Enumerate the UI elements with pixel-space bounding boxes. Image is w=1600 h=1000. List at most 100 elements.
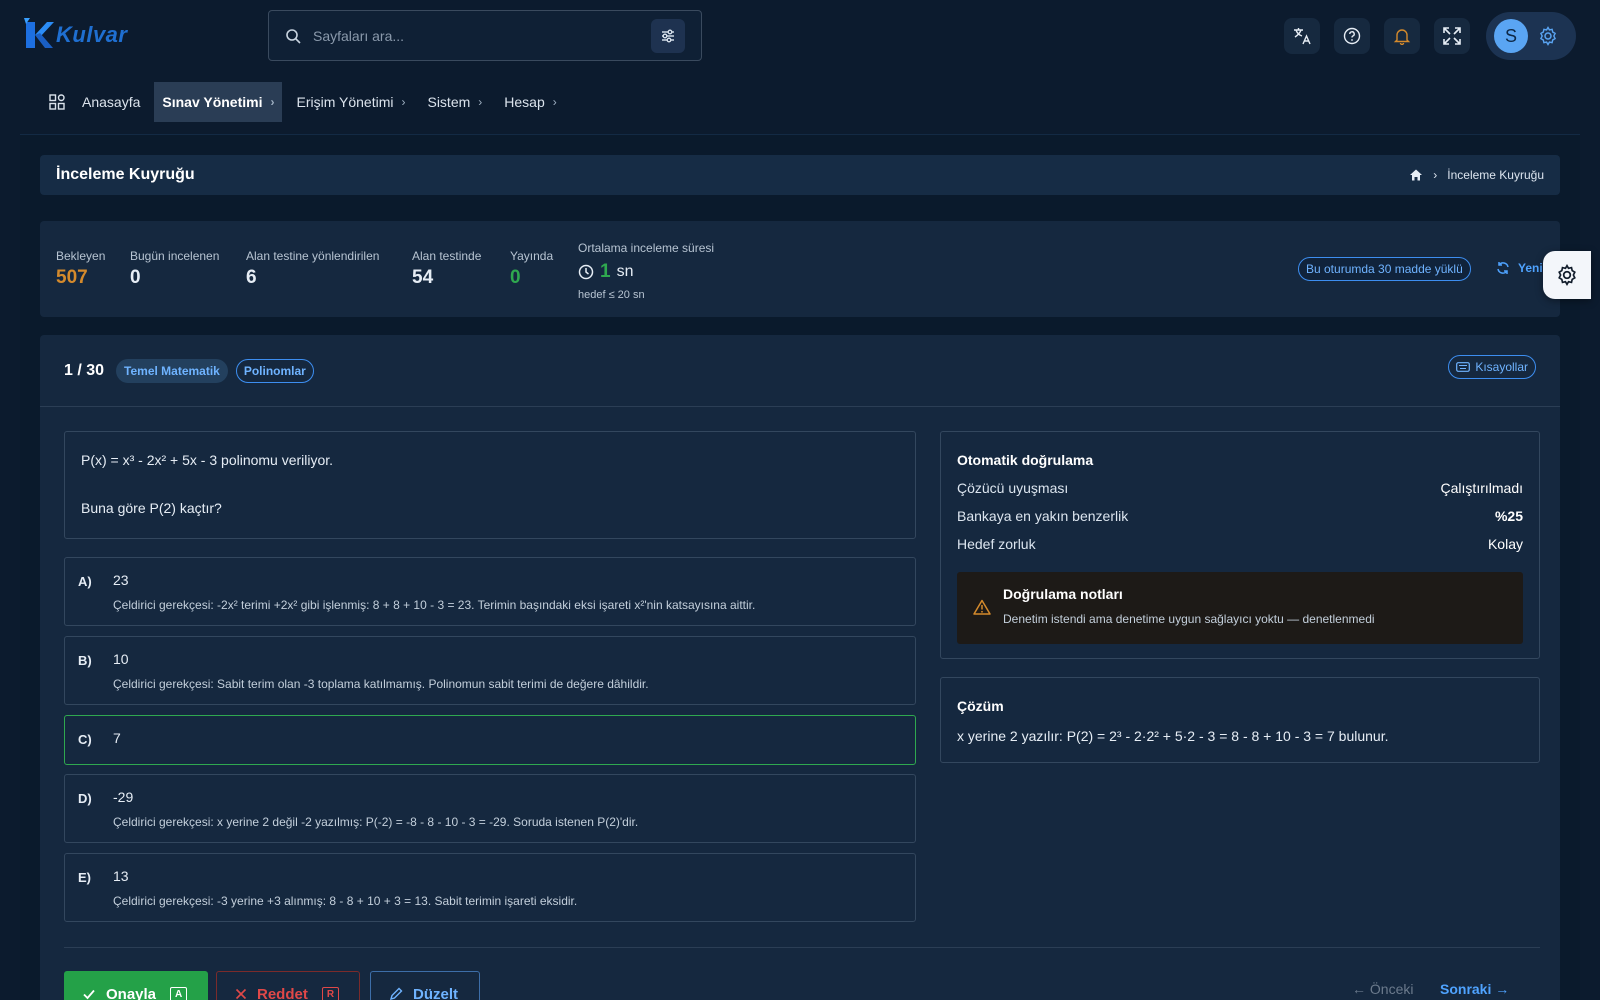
nav-item-label: Sınav Yönetimi: [162, 94, 263, 110]
nav-item-access-management[interactable]: Erişim Yönetimi ›: [288, 82, 413, 122]
stat-pending: Bekleyen 507: [56, 249, 105, 289]
option-reason: Çeldirici gerekçesi: -2x² terimi +2x² gi…: [113, 598, 756, 612]
help-button[interactable]: [1334, 18, 1370, 54]
check-icon: [83, 989, 95, 1000]
stat-value: 507: [56, 267, 88, 288]
stat-value: 1: [600, 261, 611, 282]
top-bar: Kulvar Sayfaları ara... S: [0, 0, 1600, 72]
row-label: Hedef zorluk: [957, 536, 1036, 552]
row-label: Çözücü uyuşması: [957, 480, 1069, 496]
stat-label: Alan testinde: [412, 249, 482, 263]
nav-item-exam-management[interactable]: Sınav Yönetimi ›: [154, 82, 283, 122]
search-input[interactable]: [313, 27, 643, 44]
stat-avg-time: Ortalama inceleme süresi 1 sn hedef ≤ 20…: [578, 241, 714, 301]
fullscreen-button[interactable]: [1434, 18, 1470, 54]
reject-button[interactable]: Reddet R: [216, 971, 360, 1000]
app-logo[interactable]: Kulvar: [22, 18, 127, 52]
gear-icon[interactable]: [1538, 26, 1558, 46]
stat-label: Alan testine yönlendirilen: [246, 249, 380, 263]
verification-row: Hedef zorluk Kolay: [957, 536, 1523, 552]
search-filter-button[interactable]: [651, 19, 685, 53]
dashboard-grid-icon: [49, 94, 65, 110]
search-box[interactable]: [268, 10, 702, 61]
option-d[interactable]: D) -29 Çeldirici gerekçesi: x yerine 2 d…: [64, 774, 916, 843]
stat-value: 0: [510, 267, 521, 288]
approve-label: Onayla: [106, 985, 157, 1000]
row-value: Çalıştırılmadı: [1440, 480, 1523, 496]
stats-bar: Bekleyen 507 Bugün incelenen 0 Alan test…: [40, 221, 1560, 317]
stat-label: Bekleyen: [56, 249, 106, 263]
nav-item-label: Anasayfa: [82, 94, 141, 110]
page-title: İnceleme Kuyruğu: [56, 166, 195, 183]
sliders-icon: [662, 29, 674, 43]
main-nav: Anasayfa Sınav Yönetimi › Erişim Yönetim…: [40, 82, 571, 122]
stat-label: Bugün incelenen: [130, 249, 220, 263]
item-counter: 1 / 30: [64, 361, 105, 379]
verification-title: Otomatik doğrulama: [957, 452, 1094, 468]
option-reason: Çeldirici gerekçesi: x yerine 2 değil -2…: [113, 815, 639, 829]
search-icon: [286, 28, 301, 44]
topic-tag: Polinomlar: [235, 358, 314, 383]
avatar[interactable]: S: [1494, 19, 1528, 53]
breadcrumb-current: İnceleme Kuyruğu: [1447, 168, 1544, 182]
auto-verification-panel: Otomatik doğrulama Çözücü uyuşması Çalış…: [940, 431, 1540, 659]
option-reason: Çeldirici gerekçesi: Sabit terim olan -3…: [113, 677, 649, 691]
card-header: 1 / 30 Temel Matematik Polinomlar Kısayo…: [40, 335, 1560, 407]
nav-item-label: Sistem: [427, 94, 471, 110]
question-line: P(x) = x³ - 2x² + 5x - 3 polinomu verili…: [81, 452, 334, 468]
row-label: Bankaya en yakın benzerlik: [957, 508, 1129, 524]
stat-label: Ortalama inceleme süresi: [578, 241, 715, 255]
stat-value: 54: [412, 267, 434, 288]
main-content: İnceleme Kuyruğu › İnceleme Kuyruğu Bekl…: [20, 134, 1580, 1000]
approve-shortcut-key: A: [170, 986, 188, 1000]
divider: [64, 947, 1540, 948]
clock-icon: [578, 264, 594, 280]
shortcuts-button[interactable]: Kısayollar: [1448, 355, 1536, 379]
solution-panel: Çözüm x yerine 2 yazılır: P(2) = 2³ - 2·…: [940, 677, 1540, 763]
option-value: 7: [113, 730, 121, 746]
option-e[interactable]: E) 13 Çeldirici gerekçesi: -3 yerine +3 …: [64, 853, 916, 922]
option-reason: Çeldirici gerekçesi: -3 yerine +3 alınmı…: [113, 894, 578, 908]
floating-settings-button[interactable]: [1543, 251, 1591, 299]
user-menu[interactable]: S: [1486, 12, 1576, 60]
option-c-correct[interactable]: C) 7: [64, 715, 916, 765]
stat-published: Yayında 0: [510, 249, 553, 289]
option-letter: E): [78, 870, 91, 885]
subject-tag: Temel Matematik: [116, 358, 228, 383]
bell-icon: [1393, 29, 1411, 45]
option-a[interactable]: A) 23 Çeldirici gerekçesi: -2x² terimi +…: [64, 557, 916, 626]
nav-item-system[interactable]: Sistem ›: [419, 82, 490, 122]
stat-value: 6: [246, 267, 257, 288]
row-value: %25: [1494, 508, 1523, 524]
fullscreen-icon: [1443, 27, 1461, 45]
row-value: Kolay: [1487, 536, 1523, 552]
nav-item-account[interactable]: Hesap ›: [496, 82, 564, 122]
translate-icon: [1294, 28, 1311, 45]
verification-row: Çözücü uyuşması Çalıştırılmadı: [957, 480, 1523, 496]
approve-button[interactable]: Onayla A: [64, 971, 208, 1000]
option-value: 23: [113, 572, 129, 588]
stat-in-field-test: Alan testinde 54: [412, 249, 481, 289]
solution-title: Çözüm: [957, 698, 1004, 714]
home-icon[interactable]: [1409, 168, 1423, 182]
nav-item-home[interactable]: Anasayfa: [40, 82, 148, 122]
pencil-icon: [389, 987, 403, 1000]
logo-text: Kulvar: [56, 22, 128, 47]
question-line: Buna göre P(2) kaçtır?: [81, 500, 222, 516]
next-button[interactable]: Sonraki →: [1440, 981, 1509, 997]
verification-notes: Doğrulama notları Denetim istendi ama de…: [957, 572, 1523, 644]
option-letter: D): [78, 791, 92, 806]
question-stem: P(x) = x³ - 2x² + 5x - 3 polinomu verili…: [64, 431, 916, 539]
previous-button[interactable]: ← Önceki: [1352, 981, 1413, 997]
translate-button[interactable]: [1284, 18, 1320, 54]
chevron-right-icon: ›: [401, 95, 406, 109]
notes-text: Denetim istendi ama denetime uygun sağla…: [1003, 612, 1375, 626]
option-b[interactable]: B) 10 Çeldirici gerekçesi: Sabit terim o…: [64, 636, 916, 705]
reject-shortcut-key: R: [321, 986, 340, 1000]
option-letter: A): [78, 574, 92, 589]
notes-title: Doğrulama notları: [1003, 586, 1123, 602]
notifications-button[interactable]: [1384, 18, 1420, 54]
option-value: -29: [113, 789, 134, 805]
edit-button[interactable]: Düzelt: [370, 971, 480, 1000]
page-header: İnceleme Kuyruğu › İnceleme Kuyruğu: [40, 155, 1560, 195]
